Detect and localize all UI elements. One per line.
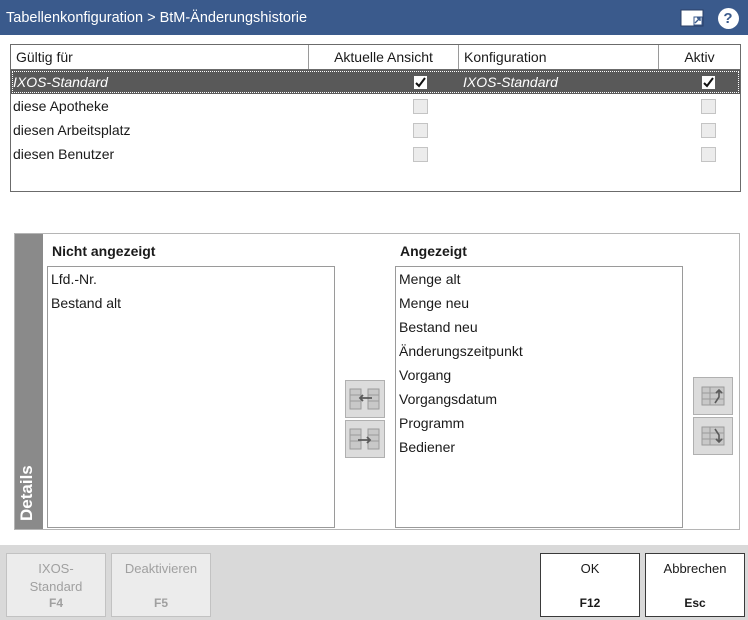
move-up-button[interactable] xyxy=(693,377,733,415)
deactivate-label: Deaktivieren xyxy=(124,561,198,576)
active-checkbox[interactable] xyxy=(701,74,716,90)
ixos-standard-label-line2: Standard xyxy=(29,579,83,594)
current-view-checkbox[interactable] xyxy=(412,146,428,162)
not-shown-title: Nicht angezeigt xyxy=(52,243,156,259)
current-view-checkbox[interactable] xyxy=(412,122,428,138)
cell-current-view xyxy=(309,142,459,166)
move-down-icon xyxy=(701,426,725,446)
cell-configuration xyxy=(459,142,659,166)
deactivate-key: F5 xyxy=(153,596,168,610)
table-header: Gültig für Aktuelle Ansicht Konfiguratio… xyxy=(11,45,740,70)
table-row[interactable]: diesen Arbeitsplatz xyxy=(11,118,740,142)
shown-title: Angezeigt xyxy=(400,243,467,259)
current-view-checkbox[interactable] xyxy=(412,74,428,90)
shown-list[interactable]: Menge alt Menge neu Bestand neu Änderungsze… xyxy=(395,266,683,528)
help-icon[interactable]: ? xyxy=(716,7,740,29)
cell-valid-for: IXOS-Standard xyxy=(13,74,108,90)
details-panel: Details Nicht angezeigt Lfd.-Nr. Bestand … xyxy=(14,233,740,530)
ixos-standard-key: F4 xyxy=(48,596,63,610)
ok-label: OK xyxy=(580,561,600,576)
list-item[interactable]: Änderungszeitpunkt xyxy=(396,339,682,363)
move-left-icon xyxy=(349,388,380,410)
move-right-button[interactable] xyxy=(345,420,385,458)
screen-view-icon[interactable] xyxy=(680,7,704,29)
move-left-button[interactable] xyxy=(345,380,385,418)
current-view-checkbox[interactable] xyxy=(412,98,428,114)
button-bar: IXOS- Standard F4 Deaktivieren F5 OK F12… xyxy=(0,545,748,620)
move-down-button[interactable] xyxy=(693,417,733,455)
cell-active xyxy=(659,94,740,118)
list-item[interactable]: Lfd.-Nr. xyxy=(48,267,334,291)
cell-active xyxy=(659,142,740,166)
cell-active xyxy=(659,70,740,94)
cancel-key: Esc xyxy=(684,596,706,610)
table-row[interactable]: diesen Benutzer xyxy=(11,142,740,166)
list-item[interactable]: Bestand neu xyxy=(396,315,682,339)
cell-current-view xyxy=(309,94,459,118)
header-configuration[interactable]: Konfiguration xyxy=(459,45,659,69)
configuration-table: Gültig für Aktuelle Ansicht Konfiguratio… xyxy=(10,44,741,192)
cell-configuration: IXOS-Standard xyxy=(463,74,558,90)
details-tab[interactable]: Details xyxy=(15,234,43,529)
title-bar: Tabellenkonfiguration > BtM-Änderungshis… xyxy=(0,0,748,35)
cell-configuration xyxy=(459,118,659,142)
list-item[interactable]: Bestand alt xyxy=(48,291,334,315)
cell-valid-for: diese Apotheke xyxy=(13,98,109,114)
list-item[interactable]: Programm xyxy=(396,411,682,435)
ok-button[interactable]: OK F12 xyxy=(540,553,640,617)
ixos-standard-label-line1: IXOS- xyxy=(38,561,74,576)
list-item[interactable]: Vorgang xyxy=(396,363,682,387)
active-checkbox[interactable] xyxy=(701,146,716,162)
details-tab-label: Details xyxy=(17,465,36,521)
header-current-view[interactable]: Aktuelle Ansicht xyxy=(309,45,459,69)
not-shown-list[interactable]: Lfd.-Nr. Bestand alt xyxy=(47,266,335,528)
cell-active xyxy=(659,118,740,142)
list-item[interactable]: Vorgangsdatum xyxy=(396,387,682,411)
list-item[interactable]: Menge neu xyxy=(396,291,682,315)
active-checkbox[interactable] xyxy=(701,98,716,114)
cell-current-view xyxy=(309,118,459,142)
cell-current-view xyxy=(309,70,459,94)
table-body: IXOS-Standard IXOS-Standard diese Apotheke… xyxy=(11,70,740,166)
deactivate-button[interactable]: Deaktivieren F5 xyxy=(111,553,211,617)
ok-key: F12 xyxy=(579,596,601,610)
help-label: ? xyxy=(717,7,739,29)
cell-valid-for: diesen Arbeitsplatz xyxy=(13,122,131,138)
cancel-button[interactable]: Abbrechen Esc xyxy=(645,553,745,617)
list-item[interactable]: Menge alt xyxy=(396,267,682,291)
active-checkbox[interactable] xyxy=(701,122,716,138)
table-row[interactable]: diese Apotheke xyxy=(11,94,740,118)
window-title: Tabellenkonfiguration > BtM-Änderungshis… xyxy=(6,9,308,26)
move-up-icon xyxy=(701,386,725,406)
move-right-icon xyxy=(349,428,380,450)
table-row[interactable]: IXOS-Standard IXOS-Standard xyxy=(11,70,740,94)
cell-configuration xyxy=(459,94,659,118)
header-active[interactable]: Aktiv xyxy=(659,45,740,69)
cell-valid-for: diesen Benutzer xyxy=(13,146,115,162)
list-item[interactable]: Bediener xyxy=(396,435,682,459)
cancel-label: Abbrechen xyxy=(663,561,727,576)
ixos-standard-button[interactable]: IXOS- Standard F4 xyxy=(6,553,106,617)
header-valid-for[interactable]: Gültig für xyxy=(11,45,309,69)
